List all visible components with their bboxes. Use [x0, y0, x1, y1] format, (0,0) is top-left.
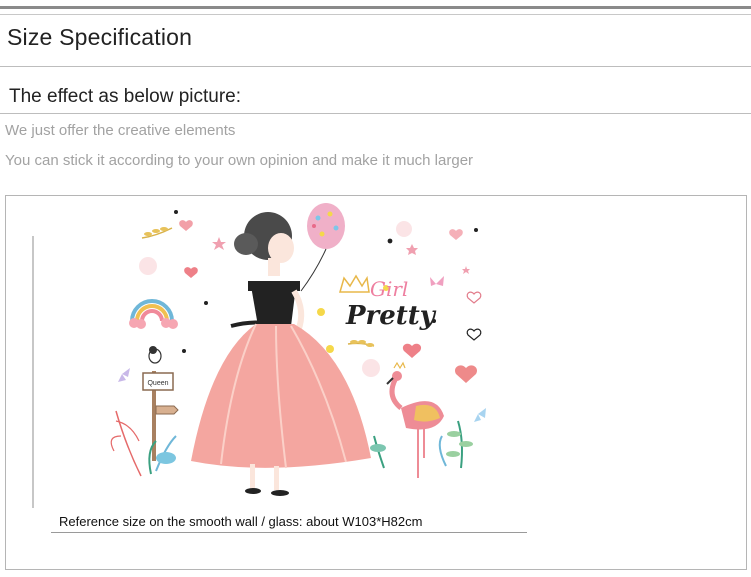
section-subtitle: The effect as below picture: — [9, 86, 241, 107]
butterfly-icon — [430, 276, 444, 286]
star-dot-icon — [387, 238, 393, 244]
reference-size-caption: Reference size on the smooth wall / glas… — [59, 514, 423, 529]
balloon-icon — [300, 203, 345, 292]
preview-frame: Queen Girl Pretty Reference size on the … — [5, 195, 747, 570]
heart-icon — [449, 229, 463, 240]
flamingo-icon — [386, 361, 444, 478]
caption-underline — [51, 532, 527, 533]
butterfly-icon — [474, 408, 486, 422]
plant-left-icon — [110, 410, 177, 477]
lettering-girl: Girl — [370, 277, 408, 301]
butterfly-icon — [118, 368, 130, 382]
bubble-dot — [362, 359, 380, 377]
bubble-dot — [139, 257, 157, 275]
star-dot-icon — [204, 301, 208, 305]
note-line-2: You can stick it according to your own o… — [5, 152, 474, 169]
star-dot-icon — [182, 349, 186, 353]
star-dot-icon — [474, 228, 478, 232]
star-icon — [212, 237, 226, 250]
vine-sprig-icon — [347, 340, 375, 347]
vine-sprig-icon — [141, 227, 173, 239]
yellow-dot — [317, 308, 325, 316]
yellow-dot — [326, 345, 334, 353]
top-divider-thick — [0, 6, 751, 9]
sign-label: Queen — [147, 380, 168, 387]
star-dot-icon — [174, 210, 178, 214]
star-icon — [406, 244, 418, 255]
heart-icon — [402, 343, 422, 358]
heart-icon — [455, 365, 477, 383]
crown-icon — [339, 274, 370, 293]
title-divider — [0, 66, 751, 67]
bubble-dot — [396, 221, 412, 237]
girl-figure — [191, 212, 371, 496]
signpost-icon: Queen — [142, 346, 179, 461]
subtitle-divider — [0, 113, 751, 114]
heart-icon — [184, 267, 198, 278]
star-icon — [462, 266, 470, 274]
page-title: Size Specification — [7, 24, 193, 50]
rainbow-icon — [129, 299, 178, 329]
heart-icon — [179, 220, 193, 231]
top-divider-thin — [0, 14, 751, 15]
note-line-1: We just offer the creative elements — [5, 122, 236, 139]
lettering-pretty: Pretty — [345, 301, 437, 331]
heart-outline-icon — [466, 291, 482, 304]
heart-outline-icon — [466, 328, 482, 341]
